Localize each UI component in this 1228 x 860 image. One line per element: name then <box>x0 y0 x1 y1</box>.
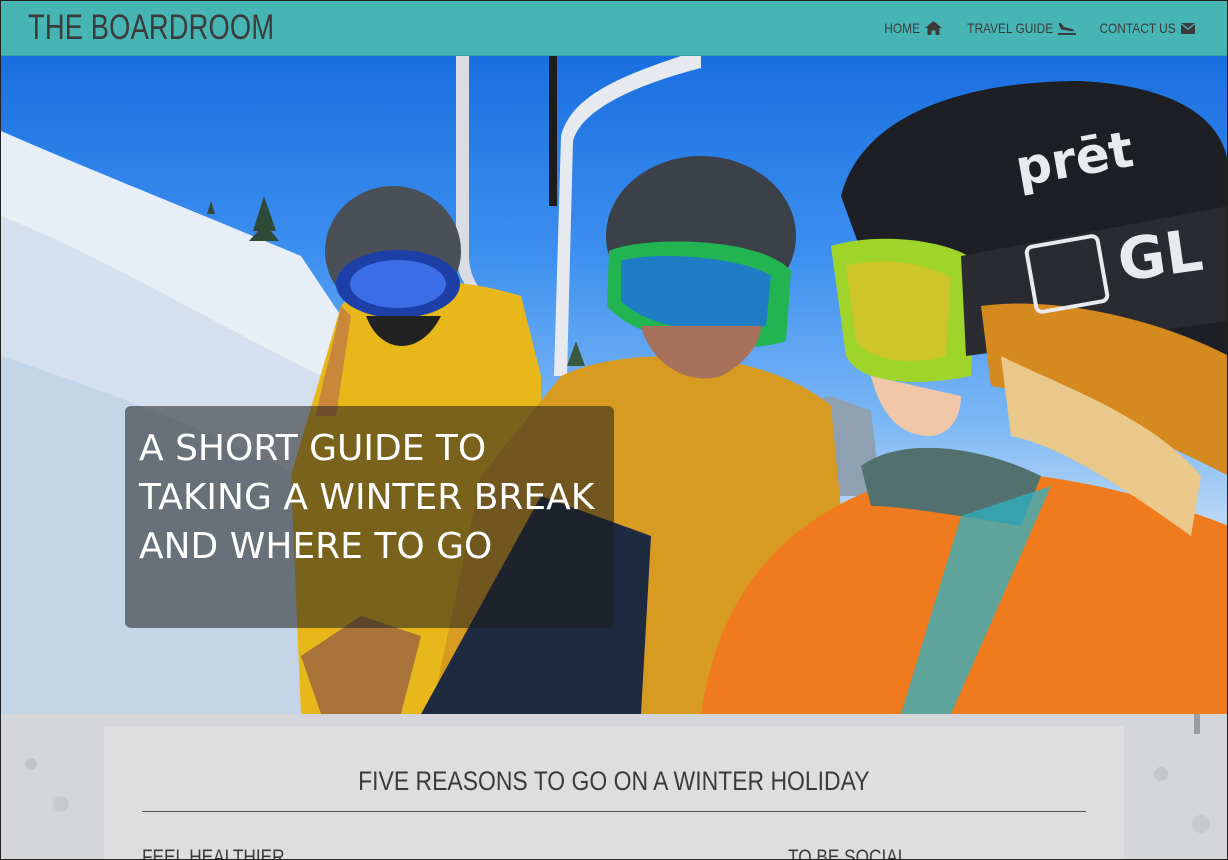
reasons-section: FIVE REASONS TO GO ON A WINTER HOLIDAY F… <box>1 714 1227 860</box>
nav-travel-guide-label: TRAVEL GUIDE <box>967 20 1054 36</box>
home-icon <box>925 21 943 35</box>
section-divider <box>142 811 1086 812</box>
nav-links: HOME TRAVEL GUIDE CONTACT US <box>868 20 1195 36</box>
goggle-brand-text: GL <box>1113 216 1206 295</box>
plane-landing-icon <box>1058 21 1077 35</box>
nav-contact-link[interactable]: CONTACT US <box>1086 20 1195 36</box>
hero-title-box: A SHORT GUIDE TO TAKING A WINTER BREAK A… <box>125 406 614 628</box>
nav-travel-guide-link[interactable]: TRAVEL GUIDE <box>952 20 1077 36</box>
nav-contact-label: CONTACT US <box>1099 20 1176 36</box>
hero-banner: prēt GL A SHORT GUIDE TO TAKING A WINTER… <box>1 56 1227 714</box>
nav-home-label: HOME <box>884 20 921 36</box>
reasons-card: FIVE REASONS TO GO ON A WINTER HOLIDAY F… <box>104 726 1124 860</box>
section-title: FIVE REASONS TO GO ON A WINTER HOLIDAY <box>358 766 870 796</box>
reason-heading-to-be-social: TO BE SOCIAL <box>788 846 908 860</box>
page: THE BOARDROOM HOME TRAVEL GUIDE CONTACT … <box>0 0 1228 860</box>
envelope-icon <box>1181 22 1195 34</box>
hero-title: A SHORT GUIDE TO TAKING A WINTER BREAK A… <box>139 428 595 567</box>
navbar: THE BOARDROOM HOME TRAVEL GUIDE CONTACT … <box>1 1 1227 56</box>
reason-heading-feel-healthier: FEEL HEALTHIER <box>142 846 285 860</box>
nav-home-link[interactable]: HOME <box>878 20 943 36</box>
brand-logo[interactable]: THE BOARDROOM <box>28 8 274 48</box>
